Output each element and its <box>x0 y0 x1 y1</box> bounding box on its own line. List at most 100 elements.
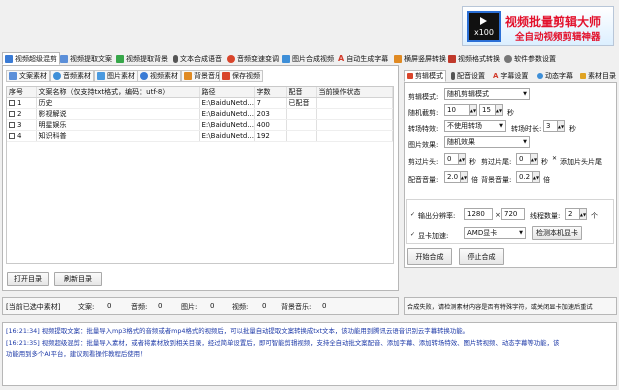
tab-subtitle-settings[interactable]: A 字幕设置 <box>490 70 531 82</box>
btn-text-material[interactable]: 文案素材 <box>6 70 50 82</box>
col-header-voice[interactable]: 配音 <box>286 87 317 98</box>
btn-image-material[interactable]: 图片素材 <box>94 70 138 82</box>
compose-status-message: 合成失败，请检测素材内容是否有特殊字符，或关闭显卡加速后重试 <box>407 304 593 311</box>
stop-compose-button[interactable]: 停止合成 <box>459 248 504 265</box>
log-line: [16:21:35] 视频超级混剪：批量导入素材，或者将素材放到相关目录，经过简… <box>6 338 560 347</box>
tab-settings[interactable]: 软件参数设置 <box>501 52 559 65</box>
tab-audio-speed[interactable]: 音频变速变调 <box>224 52 282 65</box>
transition-select[interactable]: 不使用转场 ▼ <box>444 120 506 132</box>
threads-stepper[interactable]: ▲▼ <box>580 208 587 220</box>
btn-audio-material[interactable]: 音频素材 <box>50 70 94 82</box>
tab-label: 视频超级混剪 <box>15 54 57 63</box>
col-header-no[interactable]: 序号 <box>7 87 37 98</box>
cut-head-label: 剪过片头: <box>408 158 439 166</box>
table-row[interactable]: 1 历史 E:\BaiduNetd... 7 已配音 <box>7 97 393 109</box>
log-line: [16:21:34] 视频提取文案：批量导入mp3格式的音频或者mp4格式的视频… <box>6 327 470 335</box>
tab-label: 剪辑模式 <box>415 72 443 80</box>
voice-volume-stepper[interactable]: ▲▼ <box>461 171 468 183</box>
bgm-volume-stepper[interactable]: ▲▼ <box>533 171 540 183</box>
mode-select[interactable]: 随机剪辑模式 ▼ <box>444 88 530 100</box>
text-count-label: 文案: <box>78 303 95 311</box>
bgm-count: 0 <box>322 302 327 310</box>
cut-tail-stepper[interactable]: ▲▼ <box>531 153 538 165</box>
scissors-icon <box>5 54 13 63</box>
tab-tts[interactable]: 文本合成语音 <box>170 52 225 65</box>
chevron-down-icon: ▼ <box>499 123 503 129</box>
transition-time-field[interactable]: 3 <box>543 120 558 132</box>
duration-from-stepper[interactable]: ▲▼ <box>470 104 477 116</box>
table-row[interactable]: 4 知识科普 E:\BaiduNetd... 192 <box>7 130 393 142</box>
image-icon <box>97 72 105 80</box>
refresh-directory-button[interactable]: 刷新目录 <box>54 272 102 286</box>
text-count: 0 <box>107 302 112 310</box>
mode-label: 剪辑模式: <box>408 93 439 101</box>
tab-dynamic-subtitle[interactable]: 动态字幕 <box>534 70 576 82</box>
table-row[interactable]: 3 明星娱乐 E:\BaiduNetd... 400 <box>7 119 393 131</box>
film-icon <box>448 54 456 63</box>
resolution-checkbox[interactable]: ✓ <box>410 211 415 218</box>
tab-extract-text[interactable]: 视频提取文案 <box>57 52 115 65</box>
resolution-width[interactable]: 1280 <box>464 208 493 220</box>
resolution-height[interactable]: 720 <box>501 208 525 220</box>
tab-label: 动态字幕 <box>545 72 573 80</box>
duration-to-stepper[interactable]: ▲▼ <box>496 104 503 116</box>
tab-voice-settings[interactable]: 配音设置 <box>448 70 488 82</box>
duration-to-value: 15 <box>482 106 491 114</box>
tab-label: 文本合成语音 <box>180 54 222 63</box>
cell-path: E:\BaiduNetd... <box>199 130 255 142</box>
tab-label: 软件参数设置 <box>514 54 556 63</box>
video-count: 0 <box>262 302 267 310</box>
tab-auto-subtitle[interactable]: A 自动生成字幕 <box>335 52 391 65</box>
audio-count: 0 <box>158 302 163 310</box>
tab-format-convert[interactable]: 视频格式转换 <box>445 52 503 65</box>
tab-label: 视频提取文案 <box>70 54 112 63</box>
gpu-select[interactable]: AMD显卡 ▼ <box>464 227 526 239</box>
tab-image-to-video[interactable]: 图片合成视频 <box>279 52 337 65</box>
row-checkbox[interactable] <box>9 100 15 106</box>
log-panel: [16:21:34] 视频提取文案：批量导入mp3格式的音频或者mp4格式的视频… <box>2 322 617 386</box>
folder-icon <box>580 73 586 79</box>
gpu-checkbox[interactable]: ✓ <box>410 231 415 238</box>
cut-head-unit: 秒 <box>469 158 476 166</box>
start-compose-button[interactable]: 开始合成 <box>407 248 452 265</box>
cut-head-field[interactable]: 0 <box>444 153 459 165</box>
tab-video-mix[interactable]: 视频超级混剪 <box>2 52 60 65</box>
btn-label: 音频素材 <box>63 72 91 80</box>
transition-time-stepper[interactable]: ▲▼ <box>558 120 565 132</box>
col-header-name[interactable]: 文案名称（仅支持txt格式，编码：utf-8） <box>36 87 200 98</box>
tab-label: 配音设置 <box>457 72 485 80</box>
material-table[interactable]: 序号 文案名称（仅支持txt格式，编码：utf-8） 路径 字数 配音 当前操作… <box>6 86 394 264</box>
cut-head-stepper[interactable]: ▲▼ <box>459 153 466 165</box>
duration-label: 随机截剪: <box>408 109 439 117</box>
threads-field[interactable]: 2 <box>565 208 580 220</box>
col-header-path[interactable]: 路径 <box>199 87 255 98</box>
row-checkbox[interactable] <box>9 111 15 117</box>
play-icon <box>480 17 487 25</box>
tab-material-dir[interactable]: 素材目录 <box>577 70 619 82</box>
add-head-tail-checkbox[interactable]: ✕ <box>552 156 558 162</box>
row-checkbox[interactable] <box>9 133 15 139</box>
row-checkbox[interactable] <box>9 122 15 128</box>
image-effect-select[interactable]: 随机效果 ▼ <box>444 136 530 148</box>
voice-volume-field[interactable]: 2.0 <box>444 171 461 183</box>
col-header-count[interactable]: 字数 <box>254 87 287 98</box>
btn-save-video[interactable]: 保存视频 <box>219 70 263 82</box>
open-directory-button[interactable]: 打开目录 <box>7 272 49 286</box>
tab-label: 视频提取背景 <box>126 54 168 63</box>
bgm-volume-label: 背景音量: <box>481 176 512 184</box>
tab-edit-mode[interactable]: 剪辑模式 <box>404 70 446 82</box>
duration-to-field[interactable]: 15 <box>479 104 496 116</box>
gpu-value: AMD显卡 <box>467 229 498 237</box>
cut-tail-field[interactable]: 0 <box>516 153 531 165</box>
mode-value: 随机剪辑模式 <box>447 90 489 98</box>
table-row[interactable]: 2 影视解说 E:\BaiduNetd... 203 <box>7 108 393 120</box>
col-header-status[interactable]: 当前操作状态 <box>316 87 393 98</box>
btn-video-material[interactable]: 视频素材 <box>137 70 181 82</box>
cell-status <box>316 108 393 120</box>
detect-gpu-button[interactable]: 检测本机显卡 <box>532 226 582 240</box>
transition-time-label: 转场时长: <box>511 125 542 133</box>
tab-orientation[interactable]: 横屏竖屏转换 <box>391 52 449 65</box>
bgm-volume-field[interactable]: 0.2 <box>516 171 533 183</box>
duration-from[interactable]: 10 <box>444 104 470 116</box>
tab-extract-bg[interactable]: 视频提取背景 <box>113 52 171 65</box>
